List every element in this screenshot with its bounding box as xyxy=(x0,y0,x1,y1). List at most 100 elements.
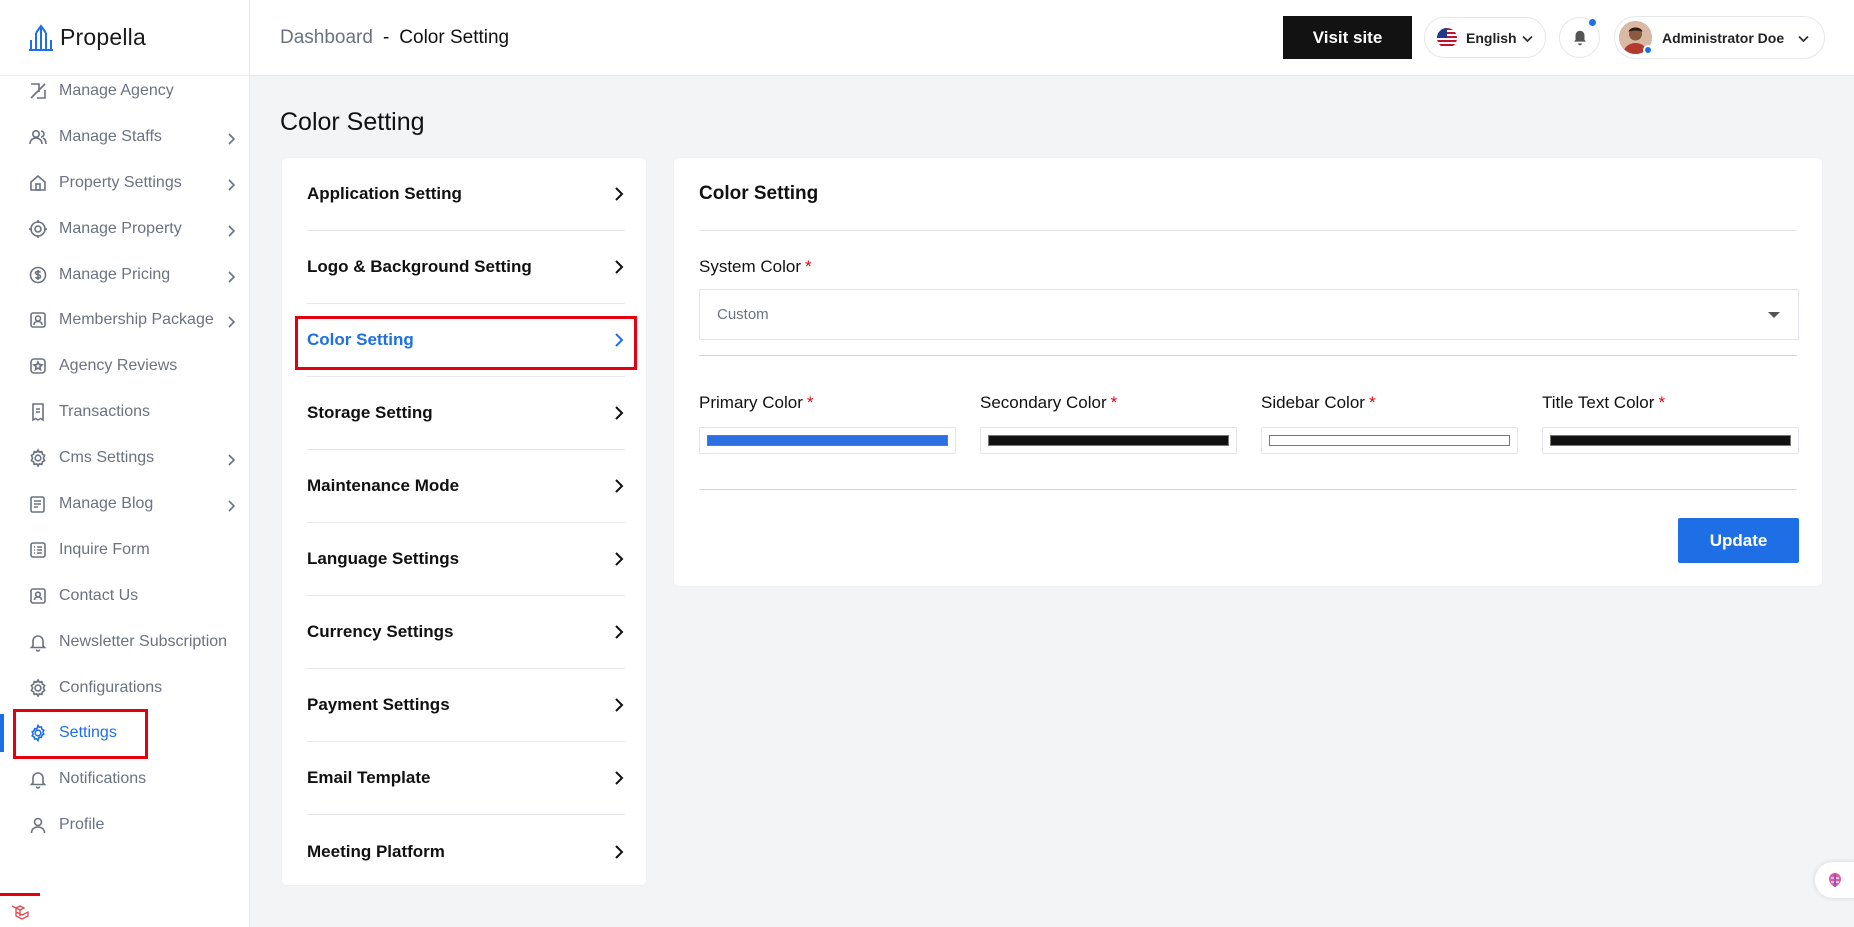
sidebar-item-configurations[interactable]: Configurations xyxy=(0,665,250,711)
avatar xyxy=(1619,21,1653,55)
config-gear-icon xyxy=(28,677,48,698)
sidebar-color-swatch xyxy=(1269,435,1510,446)
settings-menu-label: Application Setting xyxy=(307,184,462,203)
sidebar: Propella Manage Agency Manage Staffs Pro… xyxy=(0,0,250,927)
language-label: English xyxy=(1466,29,1517,46)
sidebar-item-settings[interactable]: Settings xyxy=(0,709,250,760)
dollar-icon xyxy=(28,265,48,285)
chevron-right-icon xyxy=(613,405,625,421)
brain-widget-icon[interactable] xyxy=(1815,862,1854,898)
chevron-right-icon xyxy=(613,770,625,786)
chevron-right-icon xyxy=(613,551,625,567)
laravel-debug-icon[interactable] xyxy=(0,893,40,927)
update-button[interactable]: Update xyxy=(1678,518,1799,563)
chevron-right-icon xyxy=(226,315,236,328)
required-mark: * xyxy=(1110,393,1118,412)
bell-icon xyxy=(28,769,48,790)
sidebar-item-manage-pricing[interactable]: Manage Pricing xyxy=(0,252,250,298)
sidebar-color-label: Sidebar Color * xyxy=(1261,393,1376,413)
settings-menu-label: Storage Setting xyxy=(307,403,433,422)
chevron-right-icon xyxy=(226,499,236,512)
agency-icon xyxy=(28,81,48,101)
title-text-color-label: Title Text Color * xyxy=(1542,393,1665,413)
system-color-label: System Color * xyxy=(699,257,812,277)
chevron-right-icon xyxy=(613,259,625,275)
sidebar-item-label: Cms Settings xyxy=(59,449,155,467)
primary-color-swatch xyxy=(707,435,948,446)
sidebar-item-cms-settings[interactable]: Cms Settings xyxy=(0,435,250,481)
sidebar-item-label: Membership Package xyxy=(59,311,214,329)
settings-menu-maintenance-mode[interactable]: Maintenance Mode xyxy=(307,450,625,523)
chevron-right-icon xyxy=(613,697,625,713)
sidebar-item-label: Manage Blog xyxy=(59,494,154,512)
sidebar-item-contact-us[interactable]: Contact Us xyxy=(0,573,250,619)
settings-menu-logo-background-setting[interactable]: Logo & Background Setting xyxy=(307,231,625,304)
secondary-color-swatch xyxy=(988,435,1229,446)
sidebar-item-label: Manage Agency xyxy=(59,81,174,99)
sidebar-item-transactions[interactable]: Transactions xyxy=(0,389,250,435)
sidebar-item-label: Inquire Form xyxy=(59,540,150,558)
sidebar-item-newsletter-subscription[interactable]: Newsletter Subscription xyxy=(0,619,250,665)
primary-color-label-text: Primary Color xyxy=(699,393,803,412)
sidebar-color-label-text: Sidebar Color xyxy=(1261,393,1365,412)
sidebar-item-manage-blog[interactable]: Manage Blog xyxy=(0,481,250,527)
settings-menu-meeting-platform[interactable]: Meeting Platform xyxy=(307,815,625,888)
sidebar-item-manage-property[interactable]: Manage Property xyxy=(0,206,250,252)
settings-menu-color-setting[interactable]: Color Setting xyxy=(295,304,637,377)
sidebar-item-manage-agency[interactable]: Manage Agency xyxy=(0,68,250,114)
us-flag-icon xyxy=(1437,27,1457,48)
settings-menu-currency-settings[interactable]: Currency Settings xyxy=(307,596,625,669)
page-title: Color Setting xyxy=(280,108,425,136)
breadcrumb-dashboard-link[interactable]: Dashboard xyxy=(280,27,373,49)
secondary-color-input[interactable] xyxy=(980,427,1237,454)
primary-color-label: Primary Color * xyxy=(699,393,814,413)
online-status-dot xyxy=(1643,45,1653,55)
settings-menu-language-settings[interactable]: Language Settings xyxy=(307,523,625,596)
primary-color-input[interactable] xyxy=(699,427,956,454)
user-menu[interactable]: Administrator Doe xyxy=(1614,16,1825,59)
settings-menu-email-template[interactable]: Email Template xyxy=(307,742,625,815)
settings-menu-label: Color Setting xyxy=(307,330,414,349)
title-text-color-input[interactable] xyxy=(1542,427,1799,454)
sidebar-item-inquire-form[interactable]: Inquire Form xyxy=(0,527,250,573)
settings-menu-payment-settings[interactable]: Payment Settings xyxy=(307,669,625,742)
divider xyxy=(699,489,1797,490)
chevron-right-icon xyxy=(613,186,625,202)
settings-menu-label: Payment Settings xyxy=(307,695,450,714)
chevron-right-icon xyxy=(226,453,236,466)
chevron-right-icon xyxy=(613,478,625,494)
settings-menu-label: Language Settings xyxy=(307,549,460,568)
sidebar-nav: Manage Agency Manage Staffs Property Set… xyxy=(0,68,250,848)
sidebar-item-profile[interactable]: Profile xyxy=(0,802,250,848)
settings-menu-application-setting[interactable]: Application Setting xyxy=(307,158,625,231)
sidebar-item-property-settings[interactable]: Property Settings xyxy=(0,160,250,206)
breadcrumb-current: Color Setting xyxy=(399,26,510,48)
users-icon xyxy=(28,127,48,147)
system-color-select[interactable]: Custom xyxy=(699,289,1799,340)
sidebar-item-label: Contact Us xyxy=(59,586,139,604)
sidebar-item-agency-reviews[interactable]: Agency Reviews xyxy=(0,343,250,389)
settings-menu: Application Setting Logo & Background Se… xyxy=(281,157,647,886)
sidebar-item-notifications[interactable]: Notifications xyxy=(0,756,250,802)
settings-menu-storage-setting[interactable]: Storage Setting xyxy=(307,377,625,450)
notifications-button[interactable] xyxy=(1559,17,1600,58)
breadcrumb: Dashboard - Color Setting xyxy=(280,27,509,49)
top-header: Dashboard - Color Setting Visit site Eng… xyxy=(250,0,1854,76)
membership-icon xyxy=(28,310,48,330)
language-selector[interactable]: English xyxy=(1424,17,1546,58)
chevron-right-icon xyxy=(613,844,625,860)
sidebar-item-label: Manage Staffs xyxy=(59,127,162,145)
sidebar-color-input[interactable] xyxy=(1261,427,1518,454)
visit-site-button[interactable]: Visit site xyxy=(1283,16,1412,59)
chevron-right-icon xyxy=(613,624,625,640)
sidebar-item-manage-staffs[interactable]: Manage Staffs xyxy=(0,114,250,160)
chevron-right-icon xyxy=(226,270,236,283)
propella-logo-icon xyxy=(26,23,56,53)
system-color-value: Custom xyxy=(717,306,769,323)
chevron-down-icon xyxy=(1521,32,1533,44)
sidebar-item-membership-package[interactable]: Membership Package xyxy=(0,297,250,343)
brand[interactable]: Propella xyxy=(0,0,249,76)
chevron-right-icon xyxy=(226,178,236,191)
breadcrumb-separator: - xyxy=(382,26,390,48)
settings-menu-label: Email Template xyxy=(307,768,431,787)
